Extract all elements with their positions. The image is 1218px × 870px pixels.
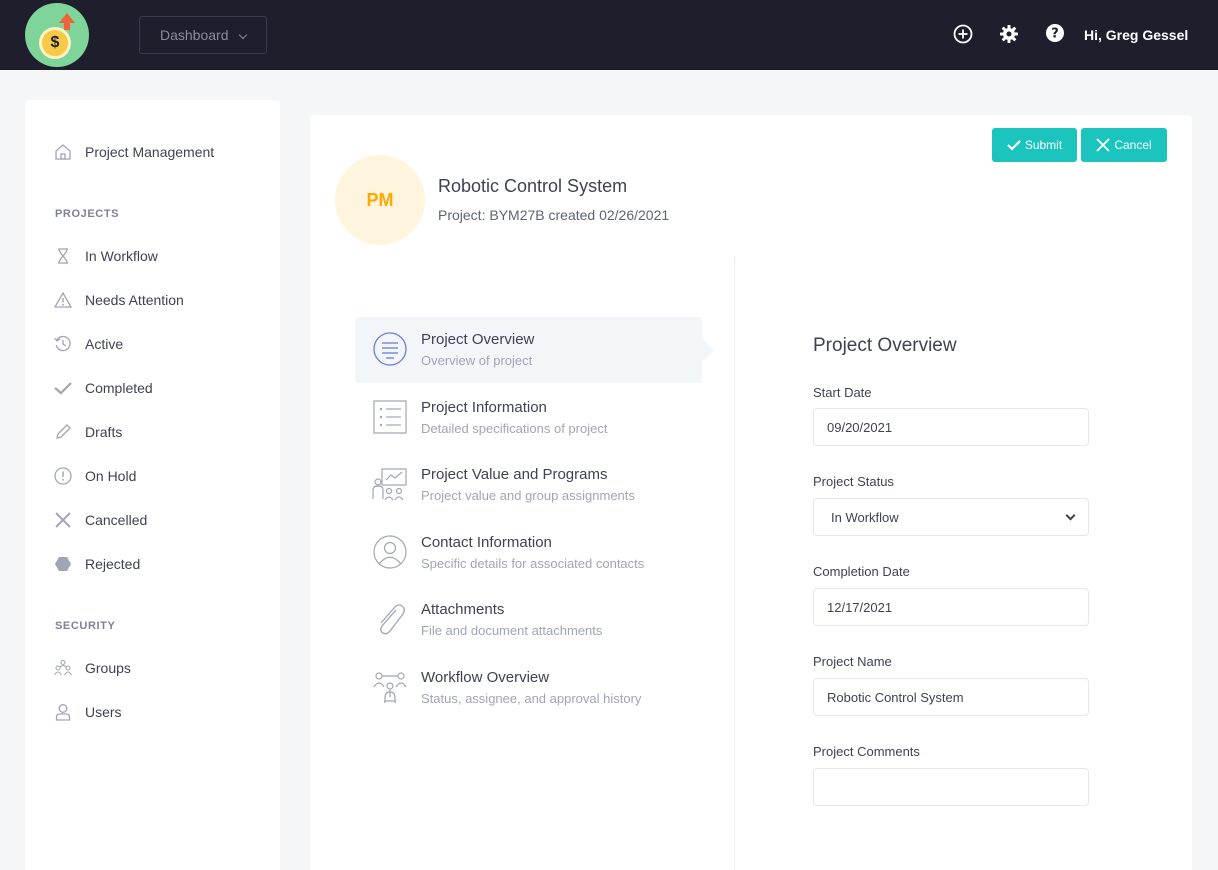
step-description: Status, assignee, and approval history [421, 691, 642, 706]
step-description: Overview of project [421, 353, 533, 368]
sidebar-item-label: Rejected [85, 556, 141, 572]
hourglass-icon [58, 248, 68, 264]
project-name-input[interactable] [813, 678, 1089, 716]
step-title: Contact Information [421, 534, 552, 551]
close-icon [1096, 138, 1110, 152]
sidebar-item-label: Needs Attention [85, 292, 184, 308]
submit-button[interactable]: Submit [992, 128, 1077, 162]
project-status-select[interactable]: In Workflow [813, 498, 1089, 536]
sidebar-item-label: Cancelled [85, 512, 148, 528]
contact-icon [373, 535, 407, 569]
step-contact-information[interactable]: Contact Information Specific details for… [355, 520, 702, 586]
logo-arrow-stem [64, 22, 70, 30]
sidebar-item-on-hold[interactable]: On Hold [53, 465, 136, 487]
project-card: Submit Cancel PM Robotic Control System … [310, 115, 1192, 870]
step-title: Workflow Overview [421, 669, 550, 686]
step-project-overview[interactable]: Project Overview Overview of project [355, 317, 714, 383]
sidebar-item-label: Groups [85, 660, 131, 676]
history-icon [54, 335, 71, 352]
projects-section-heading: PROJECTS [55, 208, 120, 220]
sidebar-item-label: Users [85, 704, 122, 720]
security-section-heading: SECURITY [55, 620, 116, 632]
sidebar-item-label: On Hold [85, 468, 137, 484]
sidebar-item-label: Drafts [85, 424, 123, 440]
workflow-icon [373, 672, 407, 703]
home-icon [55, 144, 71, 160]
step-description: File and document attachments [421, 623, 603, 638]
sidebar-item-users[interactable]: Users [53, 701, 122, 723]
sidebar-item-completed[interactable]: Completed [53, 377, 153, 399]
project-name-label: Project Name [813, 654, 892, 669]
completion-date-input[interactable] [813, 588, 1089, 626]
dashboard-dropdown[interactable]: Dashboard [139, 16, 267, 54]
pencil-icon [56, 424, 71, 439]
group-icon [54, 659, 72, 676]
dashboard-dropdown-label: Dashboard [160, 27, 229, 43]
step-description: Specific details for associated contacts [421, 556, 645, 571]
project-comments-label: Project Comments [813, 744, 920, 759]
sidebar-item-needs-attention[interactable]: Needs Attention [53, 289, 184, 311]
sidebar: Project Management PROJECTS In Workflow … [25, 100, 280, 870]
sidebar-item-project-management[interactable]: Project Management [53, 141, 214, 163]
project-avatar: PM [335, 155, 425, 245]
sidebar-item-label: In Workflow [85, 248, 158, 264]
user-greeting[interactable]: Hi, Greg Gessel [1084, 27, 1188, 43]
sidebar-item-label: Active [85, 336, 124, 352]
warning-icon [53, 291, 73, 308]
help-icon[interactable]: ? [1045, 23, 1065, 43]
app-logo[interactable]: $ [25, 3, 89, 67]
sidebar-item-active[interactable]: Active [53, 333, 123, 355]
start-date-label: Start Date [813, 385, 872, 400]
x-icon [55, 512, 71, 528]
start-date-input[interactable] [813, 408, 1089, 446]
step-title: Project Information [421, 399, 547, 416]
paperclip-icon [380, 604, 405, 635]
hexagon-icon [55, 557, 71, 571]
sidebar-item-drafts[interactable]: Drafts [53, 421, 122, 443]
form-title: Project Overview [813, 335, 957, 356]
step-title: Project Overview [421, 331, 535, 348]
step-description: Detailed specifications of project [421, 421, 608, 436]
step-project-value-and-programs[interactable]: Project Value and Programs Project value… [355, 452, 702, 518]
sidebar-item-rejected[interactable]: Rejected [53, 553, 140, 575]
greeting-prefix: Hi, [1084, 27, 1102, 43]
checklist-icon [373, 400, 407, 434]
step-attachments[interactable]: Attachments File and document attachment… [355, 587, 702, 653]
exclamation-circle-icon [54, 467, 72, 485]
check-icon [54, 382, 72, 395]
chevron-down-icon [1065, 510, 1076, 521]
project-title: Robotic Control System [438, 176, 628, 196]
step-title: Project Value and Programs [421, 466, 608, 483]
svg-text:?: ? [1051, 27, 1059, 42]
logo-arrow [59, 13, 75, 23]
cancel-button[interactable]: Cancel [1081, 128, 1167, 162]
top-bar: $ Dashboard ? Hi, Greg Gessel [0, 0, 1218, 70]
project-status-label: Project Status [813, 474, 894, 489]
user-name: Greg Gessel [1105, 27, 1189, 43]
sidebar-item-label: Completed [85, 380, 153, 396]
gear-icon[interactable] [999, 24, 1019, 44]
step-workflow-overview[interactable]: Workflow Overview Status, assignee, and … [355, 655, 702, 721]
submit-button-label: Submit [1024, 138, 1063, 152]
sidebar-item-in-workflow[interactable]: In Workflow [53, 245, 158, 267]
project-status-value: In Workflow [831, 510, 899, 525]
sidebar-item-groups[interactable]: Groups [53, 657, 131, 679]
sidebar-item-cancelled[interactable]: Cancelled [53, 509, 147, 531]
user-icon [55, 704, 71, 721]
project-subtitle: Project: BYM27B created 02/26/2021 [438, 207, 670, 223]
project-comments-input[interactable] [813, 768, 1089, 806]
step-project-information[interactable]: Project Information Detailed specificati… [355, 385, 702, 451]
step-description: Project value and group assignments [421, 488, 635, 503]
add-circle-icon[interactable] [953, 24, 973, 44]
cancel-button-label: Cancel [1114, 138, 1152, 152]
sidebar-item-label: Project Management [85, 144, 215, 160]
list-circle-icon [373, 332, 407, 366]
column-divider [734, 257, 735, 870]
chevron-down-icon [238, 30, 248, 40]
check-icon [1007, 140, 1021, 151]
completion-date-label: Completion Date [813, 564, 910, 579]
step-title: Attachments [421, 601, 505, 618]
presentation-icon [372, 468, 407, 501]
logo-coin: $ [39, 27, 71, 59]
